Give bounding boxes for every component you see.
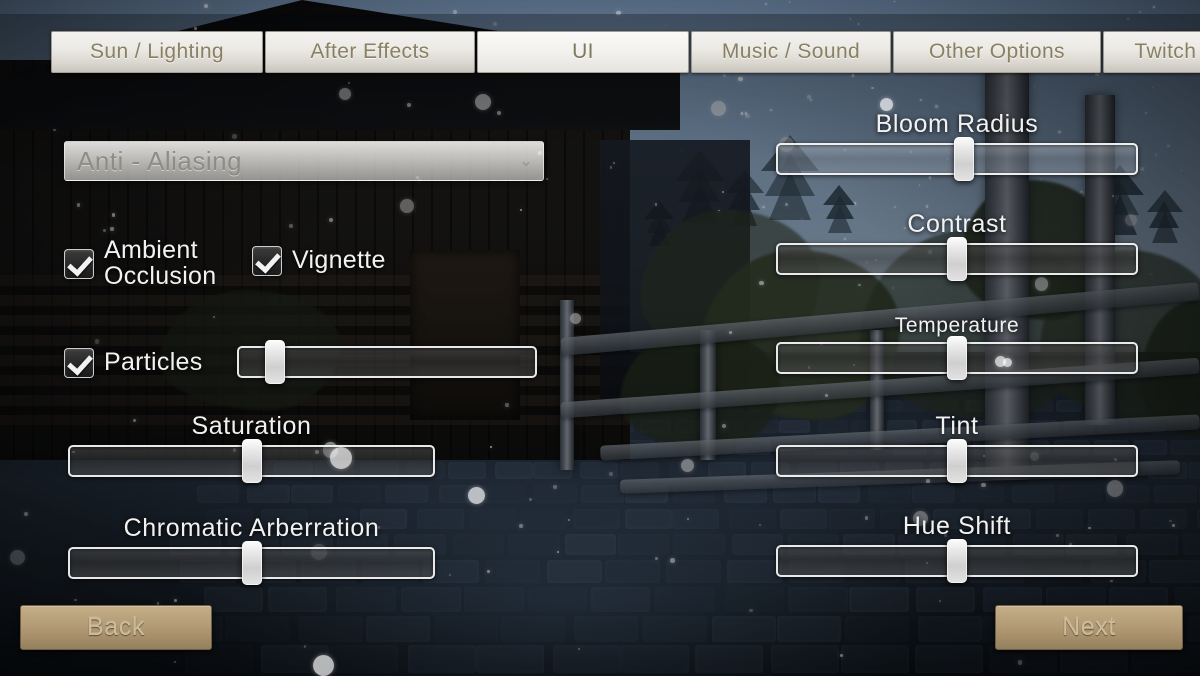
slider-handle-tint[interactable] xyxy=(947,439,967,483)
tab-label: UI xyxy=(572,40,594,63)
chevron-down-icon: ⌄ xyxy=(518,151,534,170)
checkbox-row-vignette[interactable]: Vignette xyxy=(252,246,386,276)
tab-label: Twitch Settings xyxy=(1134,40,1200,63)
slider-saturation[interactable] xyxy=(68,439,435,483)
anti-aliasing-dropdown-value: Anti - Aliasing xyxy=(77,145,243,176)
slider-label-chromatic-aberration: Chromatic Arberration xyxy=(123,514,380,542)
slider-handle-hue-shift[interactable] xyxy=(947,539,967,583)
checkbox-label-particles: Particles xyxy=(104,348,203,377)
game-settings-screen: Sun / Lighting After Effects UI Music / Sou… xyxy=(0,0,1200,676)
slider-label-bloom-radius: Bloom Radius xyxy=(875,110,1039,138)
tab-sun-lighting[interactable]: Sun / Lighting xyxy=(51,31,263,73)
settings-ui: Sun / Lighting After Effects UI Music / Sou… xyxy=(0,0,1200,676)
slider-group-hue-shift: Hue Shift xyxy=(776,512,1138,583)
slider-particles[interactable] xyxy=(237,340,537,384)
tab-after-effects[interactable]: After Effects xyxy=(265,31,475,73)
tab-label: Sun / Lighting xyxy=(89,40,225,63)
tab-label: Music / Sound xyxy=(721,40,861,63)
slider-group-saturation: Saturation xyxy=(68,412,435,483)
tab-other-options[interactable]: Other Options xyxy=(893,31,1101,73)
slider-bloom-radius[interactable] xyxy=(776,137,1138,181)
slider-group-tint: Tint xyxy=(776,412,1138,483)
slider-hue-shift[interactable] xyxy=(776,539,1138,583)
slider-handle-contrast[interactable] xyxy=(947,237,967,281)
tab-music-sound[interactable]: Music / Sound xyxy=(691,31,891,73)
checkbox-particles[interactable] xyxy=(64,348,94,378)
slider-label-temperature: Temperature xyxy=(894,314,1020,337)
slider-tint[interactable] xyxy=(776,439,1138,483)
slider-label-hue-shift: Hue Shift xyxy=(902,512,1012,540)
settings-tab-bar: Sun / Lighting After Effects UI Music / Sou… xyxy=(51,31,1200,73)
checkbox-row-particles[interactable]: Particles xyxy=(64,348,203,378)
slider-group-particles xyxy=(237,340,537,384)
slider-group-chromatic-aberration: Chromatic Arberration xyxy=(68,514,435,585)
slider-handle-chromatic-aberration[interactable] xyxy=(241,541,262,585)
slider-label-contrast: Contrast xyxy=(907,210,1007,238)
tab-label: After Effects xyxy=(310,40,430,63)
tab-ui[interactable]: UI xyxy=(477,31,689,73)
checkbox-row-ambient-occlusion[interactable]: Ambient Occlusion xyxy=(64,236,217,290)
slider-group-bloom-radius: Bloom Radius xyxy=(776,110,1138,181)
slider-group-temperature: Temperature xyxy=(776,314,1138,380)
slider-handle-temperature[interactable] xyxy=(947,336,967,380)
anti-aliasing-dropdown[interactable]: Anti - Aliasing ⌄ xyxy=(64,141,544,181)
back-button[interactable]: Back xyxy=(20,605,212,650)
slider-label-tint: Tint xyxy=(935,412,979,440)
checkbox-label-vignette: Vignette xyxy=(292,246,386,275)
checkbox-vignette[interactable] xyxy=(252,246,282,276)
next-button[interactable]: Next xyxy=(995,605,1183,650)
slider-group-contrast: Contrast xyxy=(776,210,1138,281)
slider-contrast[interactable] xyxy=(776,237,1138,281)
tab-twitch-settings[interactable]: Twitch Settings xyxy=(1103,31,1200,73)
checkbox-label-ambient-occlusion: Ambient Occlusion xyxy=(104,236,217,290)
slider-label-saturation: Saturation xyxy=(191,412,312,440)
tab-label: Other Options xyxy=(929,40,1065,63)
slider-temperature[interactable] xyxy=(776,336,1138,380)
slider-handle-bloom-radius[interactable] xyxy=(954,137,975,181)
slider-chromatic-aberration[interactable] xyxy=(68,541,435,585)
slider-handle-saturation[interactable] xyxy=(241,439,262,483)
slider-handle-particles[interactable] xyxy=(264,340,285,384)
checkbox-ambient-occlusion[interactable] xyxy=(64,248,94,279)
